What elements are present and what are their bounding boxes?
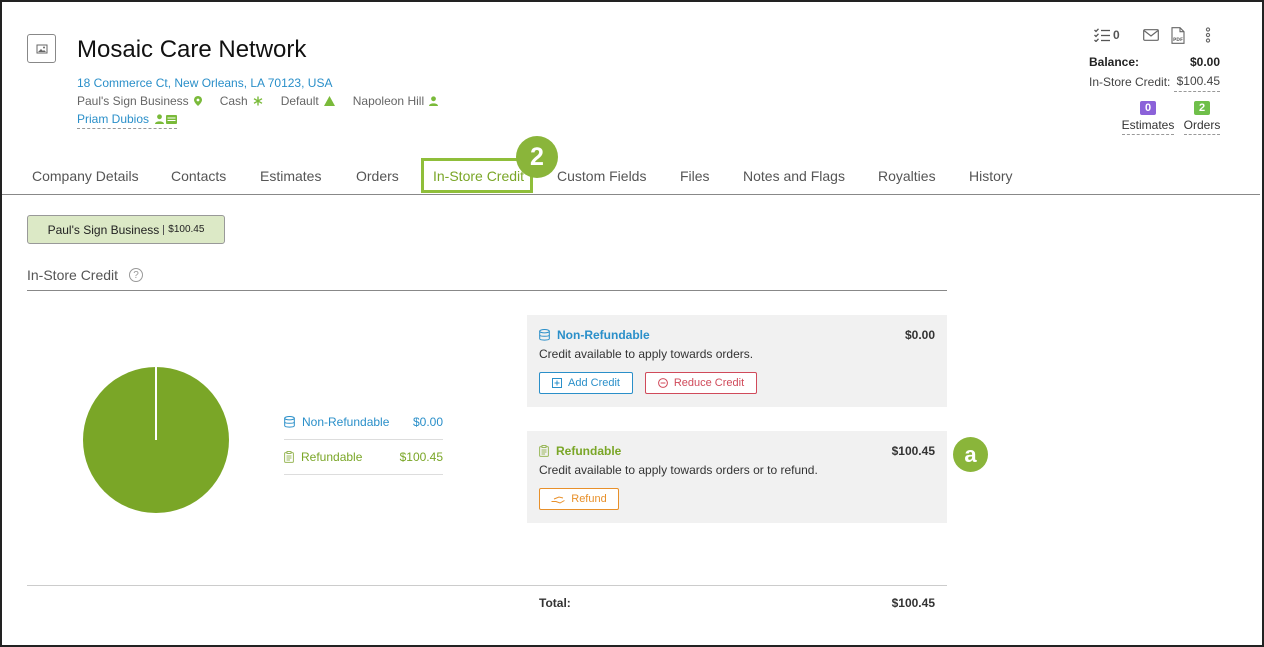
non-refundable-amount: $0.00 — [904, 328, 935, 342]
reduce-credit-label: Reduce Credit — [673, 377, 745, 389]
non-refundable-card: Non-Refundable $0.00 Credit available to… — [527, 315, 947, 407]
company-address-link[interactable]: 18 Commerce Ct, New Orleans, LA 70123, U… — [77, 76, 332, 90]
refund-label: Refund — [571, 493, 607, 505]
tab-custom-fields[interactable]: Custom Fields — [557, 168, 646, 184]
legend-row-non-refundable: Non-Refundable $0.00 — [284, 405, 443, 440]
total-value: $100.45 — [891, 596, 935, 610]
in-store-credit-label: In-Store Credit: — [1089, 75, 1171, 89]
clipboard-icon — [284, 451, 294, 463]
tab-contacts[interactable]: Contacts — [171, 168, 226, 184]
id-card-icon — [166, 114, 178, 124]
plus-square-icon — [552, 378, 562, 388]
meta-salesperson-label: Napoleon Hill — [352, 94, 425, 108]
meta-store: Paul's Sign Business — [77, 94, 202, 108]
legend-label-refundable: Refundable — [301, 450, 363, 464]
primary-contact-name: Priam Dubios — [77, 112, 150, 126]
orders-count-badge: 2 — [1194, 101, 1210, 115]
estimates-count-badge: 0 — [1140, 101, 1156, 115]
orders-count-label: Orders — [1183, 118, 1221, 135]
help-icon[interactable]: ? — [129, 268, 144, 282]
mail-icon — [1142, 29, 1159, 41]
clipboard-icon — [539, 445, 549, 457]
step-badge-2: 2 — [516, 136, 558, 178]
credit-pie-chart — [83, 367, 229, 513]
store-name: Paul's Sign Business — [47, 222, 160, 237]
meta-salesperson: Napoleon Hill — [352, 94, 439, 108]
primary-contact-link[interactable]: Priam Dubios — [77, 112, 178, 129]
refundable-title-text: Refundable — [556, 444, 622, 458]
pdf-icon: PDF — [1171, 26, 1185, 44]
refundable-title: Refundable — [539, 444, 621, 458]
refundable-description: Credit available to apply towards orders… — [539, 463, 818, 477]
company-name: Mosaic Care Network — [77, 36, 307, 63]
total-label: Total: — [539, 596, 571, 610]
section-title: In-Store Credit — [27, 267, 119, 283]
person-icon — [429, 96, 439, 106]
tab-notes-and-flags[interactable]: Notes and Flags — [743, 168, 845, 184]
more-vertical-icon — [1205, 27, 1210, 43]
step-badge-a: a — [953, 437, 988, 472]
tab-orders[interactable]: Orders — [356, 168, 399, 184]
more-options-button[interactable] — [1205, 26, 1211, 44]
header-toolbar: 0 PDF — [1094, 26, 1211, 44]
add-credit-button[interactable]: Add Credit — [539, 372, 633, 394]
section-divider — [27, 290, 947, 291]
tab-history[interactable]: History — [969, 168, 1013, 184]
estimates-count-link[interactable]: 0 Estimates — [1121, 101, 1175, 135]
meta-tier: Default — [281, 94, 335, 108]
database-icon — [284, 416, 295, 428]
tab-company-details[interactable]: Company Details — [32, 168, 139, 184]
checklist-icon — [1094, 28, 1110, 42]
refund-button[interactable]: Refund — [539, 488, 619, 510]
refundable-card: Refundable $100.45 Credit available to a… — [527, 431, 947, 523]
balance-label: Balance: — [1089, 55, 1140, 69]
legend-row-refundable: Refundable $100.45 — [284, 440, 443, 475]
tab-files[interactable]: Files — [680, 168, 710, 184]
meta-store-label: Paul's Sign Business — [77, 94, 189, 108]
meta-payment-label: Cash — [219, 94, 248, 108]
pdf-button[interactable]: PDF — [1171, 26, 1185, 44]
company-meta-row: Paul's Sign Business Cash Default Napole… — [77, 94, 456, 108]
store-filter-button[interactable]: Paul's Sign Business $100.45 — [27, 215, 225, 244]
email-button[interactable] — [1142, 26, 1159, 44]
orders-count-link[interactable]: 2 Orders — [1183, 101, 1221, 135]
estimates-count-label: Estimates — [1121, 118, 1175, 135]
legend-value-refundable: $100.45 — [399, 450, 443, 464]
legend-value-non-refundable: $0.00 — [412, 415, 443, 429]
legend-label-non-refundable: Non-Refundable — [302, 415, 390, 429]
tasks-button[interactable]: 0 — [1094, 26, 1120, 44]
company-logo-placeholder[interactable] — [27, 34, 56, 63]
non-refundable-title: Non-Refundable — [539, 328, 650, 342]
refundable-amount: $100.45 — [891, 444, 935, 458]
person-icon — [155, 114, 165, 124]
task-count: 0 — [1113, 28, 1120, 42]
tab-bar: Company Details Contacts Estimates Order… — [2, 164, 1260, 195]
balance-value: $0.00 — [1189, 55, 1220, 69]
non-refundable-description: Credit available to apply towards orders… — [539, 347, 754, 361]
asterisk-icon — [253, 96, 263, 106]
svg-text:PDF: PDF — [1173, 37, 1183, 43]
reduce-credit-button[interactable]: Reduce Credit — [645, 372, 757, 394]
location-pin-icon — [193, 96, 202, 106]
meta-tier-label: Default — [280, 94, 319, 108]
tab-estimates[interactable]: Estimates — [260, 168, 321, 184]
store-amount: $100.45 — [163, 224, 204, 235]
in-store-credit-value[interactable]: $100.45 — [1174, 74, 1220, 92]
total-divider — [27, 585, 947, 586]
minus-circle-icon — [657, 378, 668, 388]
section-header: In-Store Credit ? — [27, 267, 144, 283]
triangle-icon — [323, 96, 335, 106]
hand-money-icon — [551, 495, 565, 504]
tab-royalties[interactable]: Royalties — [878, 168, 936, 184]
image-icon — [36, 44, 47, 53]
database-icon — [539, 329, 550, 341]
non-refundable-title-text: Non-Refundable — [557, 328, 650, 342]
add-credit-label: Add Credit — [568, 377, 620, 389]
meta-payment: Cash — [220, 94, 263, 108]
